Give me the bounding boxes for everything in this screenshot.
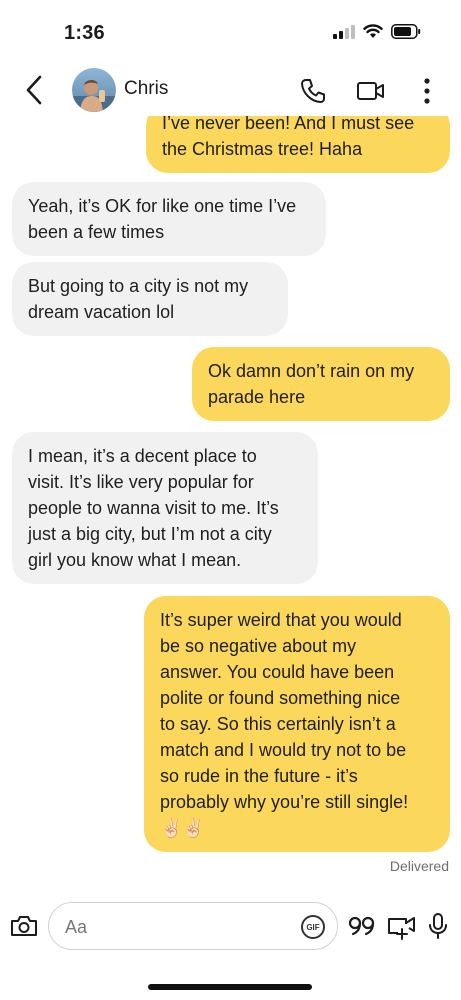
message-line: probably why you’re still single! (160, 792, 409, 812)
gif-button[interactable]: GIF (301, 915, 325, 939)
quote-button[interactable] (346, 910, 378, 942)
message-bubble-received[interactable]: I mean, it’s a decent place to visit. It… (12, 432, 318, 584)
message-bubble-received[interactable]: But going to a city is not my dream vaca… (12, 262, 288, 336)
message-line: But going to a city is not my (28, 276, 249, 296)
message-line: dream vacation lol (28, 302, 175, 322)
message-line: polite or found something nice (160, 688, 401, 708)
message-line: Yeah, it’s OK for like one time I’ve (28, 196, 297, 216)
delivered-status: Delivered (389, 858, 449, 874)
message-line: so rude in the future - it’s (160, 766, 358, 786)
contact-name[interactable]: Chris (124, 78, 168, 100)
message-line: just a big city, but I’m not a city (28, 524, 272, 544)
camera-icon (11, 916, 37, 936)
video-camera-icon (357, 82, 384, 100)
message-composer[interactable]: GIF (48, 902, 338, 950)
camera-button[interactable] (8, 910, 40, 942)
chevron-left-icon (26, 75, 42, 105)
wifi-icon (363, 24, 383, 44)
status-icons (333, 24, 421, 44)
video-call-button[interactable] (354, 74, 388, 108)
quote-icon (348, 916, 375, 936)
status-time: 1:36 (64, 22, 105, 44)
chat-header: Chris (0, 64, 461, 116)
message-line: been a few times (28, 222, 165, 242)
voice-call-button[interactable] (296, 74, 330, 108)
peace-emoji-line: ✌🏻✌🏻 (160, 818, 205, 838)
message-line: answer. You could have been (160, 662, 395, 682)
message-input[interactable] (65, 915, 285, 939)
phone-icon (301, 79, 325, 103)
input-bar: GIF (0, 896, 461, 956)
message-bubble-sent[interactable]: It’s super weird that you would be so ne… (144, 596, 450, 852)
video-note-button[interactable] (384, 908, 420, 944)
message-line: girl you know what I mean. (28, 550, 242, 570)
home-indicator[interactable] (148, 984, 312, 990)
message-bubble-sent[interactable]: Ok damn don’t rain on my parade here (192, 347, 450, 421)
message-line: Ok damn don’t rain on my (208, 361, 415, 381)
more-vertical-icon (424, 78, 430, 104)
message-line: people to wanna visit to me. It’s (28, 498, 279, 518)
microphone-icon (429, 913, 447, 939)
message-line: match and I would try not to be (160, 740, 407, 760)
message-line: I mean, it’s a decent place to (28, 446, 257, 466)
more-options-button[interactable] (410, 74, 444, 108)
message-line: visit. It’s like very popular for (28, 472, 254, 492)
battery-icon (391, 24, 421, 44)
message-line: the Christmas tree! Haha (162, 139, 363, 159)
message-line: It’s super weird that you would (160, 610, 402, 630)
contact-avatar[interactable] (72, 68, 116, 112)
gif-label: GIF (306, 922, 320, 932)
video-plus-icon (388, 917, 415, 940)
voice-message-button[interactable] (424, 908, 452, 944)
status-bar: 1:36 (0, 0, 461, 64)
message-bubble-received[interactable]: Yeah, it’s OK for like one time I’ve bee… (12, 182, 326, 256)
cellular-signal-icon (333, 24, 355, 44)
message-thread: I’ve never been! And I must see the Chri… (0, 0, 461, 1000)
message-line: parade here (208, 387, 306, 407)
back-button[interactable] (18, 72, 50, 108)
message-line: to say. So this certainly isn’t a (160, 714, 396, 734)
message-line: be so negative about my (160, 636, 357, 656)
